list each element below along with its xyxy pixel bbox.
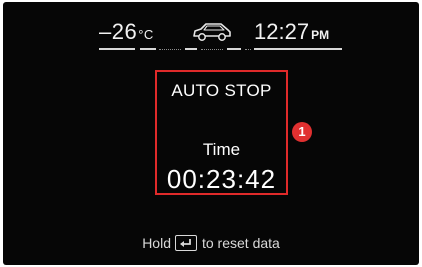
underline-dots (245, 49, 251, 51)
cluster-display: –26°C 12:27 PM AUTO STOP Time 00:23:42 1 … (3, 2, 419, 265)
car-icon (193, 23, 231, 41)
underline-segment (99, 48, 135, 50)
underline-dots (159, 49, 181, 51)
temperature-unit: °C (138, 27, 154, 42)
underline-dots (201, 49, 223, 51)
clock-ampm: PM (311, 28, 330, 42)
callout-marker: 1 (292, 122, 312, 142)
status-bar: –26°C 12:27 PM (3, 17, 419, 51)
underline-segment (227, 48, 241, 50)
panel-title: AUTO STOP (171, 81, 272, 100)
enter-key-icon (174, 235, 197, 251)
time-label: Time (202, 140, 241, 159)
clock-time: 12:27 (254, 19, 310, 44)
auto-stop-panel: AUTO STOP Time 00:23:42 (155, 70, 288, 195)
reset-hint: Hold to reset data (3, 235, 419, 251)
clock: 12:27 PM (254, 19, 329, 45)
temperature-value: –26 (99, 19, 138, 44)
underline-segment (185, 48, 197, 50)
underline-segment (140, 48, 156, 50)
underline-segment (254, 48, 342, 50)
outside-temperature: –26°C (99, 19, 154, 45)
hint-suffix: to reset data (201, 235, 280, 251)
hint-prefix: Hold (142, 235, 171, 251)
auto-stop-time-value: 00:23:42 (166, 164, 277, 194)
